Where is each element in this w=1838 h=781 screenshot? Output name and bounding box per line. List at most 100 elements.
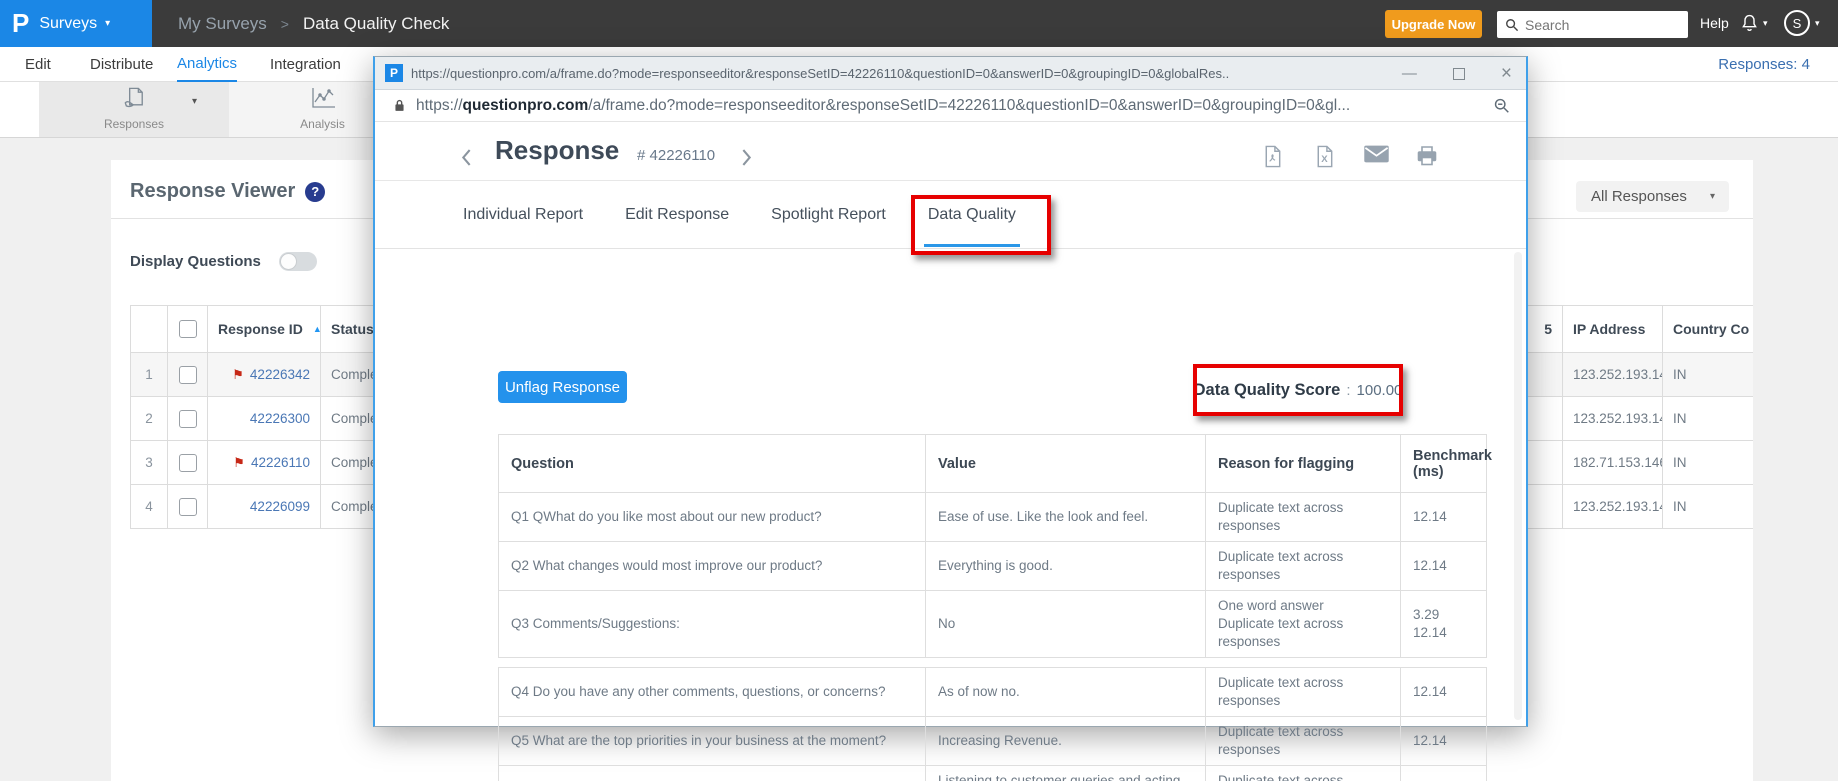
product-switcher[interactable]: P Surveys ▾ <box>0 0 152 47</box>
toggle-knob <box>280 253 297 270</box>
chevron-down-icon: ▾ <box>192 96 197 107</box>
help-icon[interactable]: ? <box>305 182 325 202</box>
minimize-button[interactable]: — <box>1402 66 1417 81</box>
popup-tab-data-quality[interactable]: Data Quality <box>928 182 1016 248</box>
help-link[interactable]: Help <box>1700 15 1729 31</box>
breadcrumb-separator-icon: > <box>281 16 289 32</box>
row-number: 4 <box>131 485 168 529</box>
print-icon[interactable] <box>1415 144 1439 168</box>
dq-question-cell: Q3 Comments/Suggestions: <box>499 591 926 658</box>
response-id-header[interactable]: Response ID▲ <box>208 306 321 353</box>
email-icon[interactable] <box>1363 144 1390 164</box>
responses-filter-dropdown[interactable]: All Responses ▾ <box>1576 181 1729 212</box>
dq-question-cell: Q5 What are the top priorities in your b… <box>499 717 926 766</box>
dq-benchmark-cell: 12.14 <box>1401 766 1487 781</box>
table-section-gap <box>498 658 1486 667</box>
account-menu[interactable]: S ▾ <box>1784 10 1820 36</box>
bell-icon <box>1740 13 1759 34</box>
response-id-link[interactable]: 42226300 <box>250 411 310 426</box>
dq-reason-cell: Duplicate text across responses <box>1206 766 1401 781</box>
response-number: # 42226110 <box>637 147 715 164</box>
popup-scrollbar[interactable] <box>1514 252 1522 720</box>
dq-row: Q4 Do you have any other comments, quest… <box>499 668 1487 717</box>
popup-title-bar[interactable]: P https://questionpro.com/a/frame.do?mod… <box>375 57 1526 90</box>
screen: P Surveys ▾ My Surveys > Data Quality Ch… <box>0 0 1838 781</box>
popup-tabs: Individual Report Edit Response Spotlight … <box>375 182 1526 249</box>
product-label: Surveys <box>39 15 97 33</box>
nav-tab-analytics[interactable]: Analytics <box>177 47 237 82</box>
row-select-cell <box>168 485 208 529</box>
row-checkbox[interactable] <box>179 410 197 428</box>
chevron-down-icon: ▾ <box>105 18 110 29</box>
popup-tab-edit-response[interactable]: Edit Response <box>625 182 729 248</box>
upgrade-now-button[interactable]: Upgrade Now <box>1385 10 1482 38</box>
dq-benchmark-cell: 12.14 <box>1401 668 1487 717</box>
svg-text:X: X <box>1321 154 1328 165</box>
zoom-out-icon[interactable] <box>1493 97 1510 114</box>
address-url: https://questionpro.com/a/frame.do?mode=… <box>416 97 1456 115</box>
dq-reason-cell: One word answerDuplicate text across res… <box>1206 591 1401 658</box>
ip-address-cell: 182.71.153.146 <box>1563 441 1663 485</box>
flag-icon: ⚑ <box>233 455 245 470</box>
dq-reason-cell: Duplicate text across responses <box>1206 668 1401 717</box>
row-checkbox[interactable] <box>179 454 197 472</box>
dq-benchmark-cell: 3.2912.14 <box>1401 591 1487 658</box>
dq-benchmark-cell: 12.14 <box>1401 542 1487 591</box>
responses-doc-icon <box>39 85 229 112</box>
close-button[interactable]: × <box>1501 64 1512 83</box>
nav-tab-edit[interactable]: Edit <box>25 47 51 82</box>
ip-address-header[interactable]: IP Address <box>1563 306 1663 353</box>
popup-tab-individual-report[interactable]: Individual Report <box>463 182 583 248</box>
filter-selected-value: All Responses <box>1591 188 1687 205</box>
unflag-response-button[interactable]: Unflag Response <box>498 371 627 403</box>
dq-question-cell: Q2 What changes would most improve our p… <box>499 542 926 591</box>
dq-value-cell: Everything is good. <box>926 542 1206 591</box>
avatar: S <box>1784 10 1810 36</box>
search-input[interactable] <box>1525 17 1665 33</box>
questionpro-favicon-icon: P <box>385 64 403 82</box>
maximize-button[interactable] <box>1453 68 1465 80</box>
breadcrumb-parent[interactable]: My Surveys <box>178 14 267 34</box>
popup-tab-spotlight-report[interactable]: Spotlight Report <box>771 182 886 248</box>
response-editor-popup: P https://questionpro.com/a/frame.do?mod… <box>373 56 1528 727</box>
response-id-link[interactable]: 42226342 <box>250 367 310 382</box>
dq-benchmark-cell: 12.14 <box>1401 493 1487 542</box>
dq-row: Q5 What are the top priorities in your b… <box>499 717 1487 766</box>
response-id-link[interactable]: 42226110 <box>251 455 310 470</box>
row-checkbox[interactable] <box>179 366 197 384</box>
responses-count[interactable]: Responses: 4 <box>1718 47 1810 82</box>
breadcrumb-current: Data Quality Check <box>303 14 449 34</box>
popup-address-bar[interactable]: https://questionpro.com/a/frame.do?mode=… <box>375 90 1526 122</box>
previous-response-button[interactable] <box>461 148 472 167</box>
export-pdf-icon[interactable] <box>1261 144 1284 169</box>
toolbar-responses-label: Responses <box>39 117 229 131</box>
global-search[interactable] <box>1497 11 1688 38</box>
response-id-link[interactable]: 42226099 <box>250 499 310 514</box>
lock-icon <box>393 98 406 114</box>
export-excel-icon[interactable]: X <box>1313 144 1336 169</box>
popup-window-title: https://questionpro.com/a/frame.do?mode=… <box>411 66 1391 81</box>
display-questions-label: Display Questions <box>130 253 261 270</box>
display-questions-toggle[interactable] <box>279 252 317 271</box>
notifications-menu[interactable]: ▾ <box>1740 13 1768 34</box>
breadcrumb: My Surveys > Data Quality Check <box>178 0 449 47</box>
search-icon <box>1505 18 1519 32</box>
dq-value-cell: No <box>926 591 1206 658</box>
chevron-down-icon: ▾ <box>1710 191 1715 202</box>
country-code-header[interactable]: Country Co <box>1663 306 1754 353</box>
data-quality-table: QuestionValueReason for flaggingBenchmar… <box>498 434 1486 781</box>
chevron-down-icon: ▾ <box>1763 18 1768 29</box>
next-response-button[interactable] <box>741 148 752 167</box>
toolbar-responses-button[interactable]: ▾ Responses <box>39 82 229 137</box>
row-select-cell <box>168 397 208 441</box>
ip-address-cell: 123.252.193.148 <box>1563 353 1663 397</box>
questionpro-logo-icon: P <box>12 8 29 39</box>
dq-row: Q1 QWhat do you like most about our new … <box>499 493 1487 542</box>
dq-value-cell: As of now no. <box>926 668 1206 717</box>
select-all-checkbox[interactable] <box>179 320 197 338</box>
row-number-header <box>131 306 168 353</box>
dq-question-cell: Q6 What is the one thing I should do to … <box>499 766 926 781</box>
nav-tab-distribute[interactable]: Distribute <box>90 47 153 82</box>
row-checkbox[interactable] <box>179 498 197 516</box>
nav-tab-integration[interactable]: Integration <box>270 47 341 82</box>
